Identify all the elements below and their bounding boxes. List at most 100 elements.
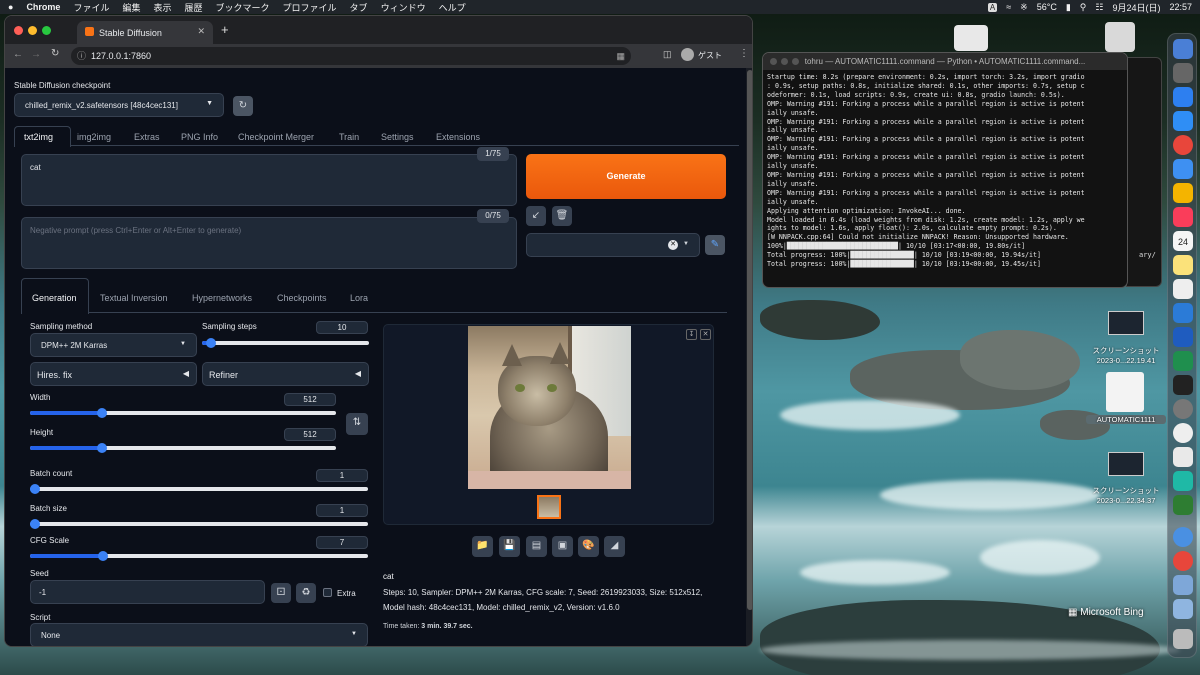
chrome-icon[interactable] [1173,135,1193,155]
trash-icon[interactable]: 🗑 [552,206,572,226]
cfg-scale-slider[interactable] [30,551,368,561]
height-slider[interactable] [30,443,336,453]
reload-icon[interactable]: ↻ [51,48,59,59]
automatic1111-command-file-icon[interactable] [1106,372,1144,412]
generate-button[interactable]: Generate [526,154,726,199]
refiner-accordion[interactable]: Refiner ◀ [202,362,369,386]
terminal-icon[interactable] [1173,375,1193,395]
width-input[interactable]: 512 [284,393,336,406]
prompt-input[interactable]: cat [21,154,517,206]
zoom-window-button[interactable] [42,26,51,35]
read-params-button[interactable]: ↙ [526,206,546,226]
menu-help[interactable]: ヘルプ [439,1,466,14]
styles-dropdown[interactable]: ✕ ▼ [526,233,700,257]
launchpad-icon[interactable] [1173,63,1193,83]
checkpoint-dropdown[interactable]: chilled_remix_v2.safetensors [48c4cec131… [14,93,224,117]
edit-styles-icon[interactable]: ✎ [705,235,725,255]
tab-train[interactable]: Train [339,132,359,142]
photos-icon[interactable] [1173,183,1193,203]
forward-icon[interactable]: → [31,49,41,60]
close-icon[interactable]: ✕ [700,329,711,340]
tab-img2img[interactable]: img2img [77,132,111,142]
cfg-scale-input[interactable]: 7 [316,536,368,549]
menu-time[interactable]: 22:57 [1169,2,1192,12]
menu-history[interactable]: 履歴 [185,1,203,14]
open-folder-icon[interactable]: 📁 [472,536,493,557]
downloads-folder-icon[interactable] [1173,599,1193,619]
tab-settings[interactable]: Settings [381,132,414,142]
gallery-thumbnail[interactable] [537,495,561,519]
profile-avatar[interactable] [681,48,694,61]
temperature-readout[interactable]: 56°C [1037,2,1057,12]
drive-icon[interactable] [954,25,988,51]
profile-name[interactable]: ゲスト [698,50,722,61]
clear-styles-icon[interactable]: ✕ [668,240,678,250]
background-terminal-window[interactable]: ary/ [1126,57,1162,287]
vscode-icon[interactable] [1173,303,1193,323]
menu-window[interactable]: ウィンドウ [381,1,426,14]
browser-tab[interactable]: Stable Diffusion ✕ [77,21,213,44]
script-dropdown[interactable]: None ▼ [30,623,368,646]
automatic1111-file-label[interactable]: AUTOMATIC1111 [1086,415,1166,424]
batch-count-slider[interactable] [30,484,368,494]
unity-icon[interactable] [1173,447,1193,467]
menu-date[interactable]: 9月24日(日) [1112,1,1160,14]
terminal-zoom-button[interactable] [792,58,799,65]
send-to-inpaint-icon[interactable]: 🎨 [578,536,599,557]
swap-dimensions-icon[interactable]: ⇅ [346,413,368,435]
random-seed-dice-icon[interactable]: ⚀ [271,583,291,603]
music-icon[interactable] [1173,207,1193,227]
system-settings-icon[interactable] [1173,399,1193,419]
refresh-checkpoints-button[interactable]: ↻ [233,96,253,116]
tab-checkpoint-merger[interactable]: Checkpoint Merger [238,132,314,142]
sampling-steps-input[interactable]: 10 [316,321,368,334]
save-icon[interactable]: 💾 [499,536,520,557]
generated-cat-image[interactable] [468,326,631,489]
menu-view[interactable]: 表示 [153,1,171,14]
close-window-button[interactable] [14,26,23,35]
bluetooth-icon[interactable]: ※ [1020,2,1028,13]
battery-icon[interactable]: ▮ [1066,2,1071,13]
sampling-method-dropdown[interactable]: DPM++ 2M Karras ▼ [30,333,197,357]
width-slider[interactable] [30,408,336,418]
excel-icon[interactable] [1173,351,1193,371]
disk-icon[interactable] [1105,22,1135,52]
site-info-icon[interactable]: ⓘ [77,47,86,65]
page-scrollbar[interactable] [746,68,752,646]
mail-icon[interactable] [1173,159,1193,179]
calendar-icon[interactable]: 24 [1173,231,1193,251]
scrollbar-thumb[interactable] [747,70,752,610]
control-center-icon[interactable]: ☷ [1095,2,1103,13]
screenshot-file-label[interactable]: スクリーンショット 2023-0...22.19.41 [1086,345,1166,365]
trash-can-icon[interactable] [1173,629,1193,649]
screenshot-file-label-2[interactable]: スクリーンショット 2023-0...22.34.37 [1086,485,1166,505]
menu-icon[interactable]: ⋮ [739,48,749,59]
height-input[interactable]: 512 [284,428,336,441]
new-tab-button[interactable]: + [221,22,229,37]
reuse-seed-recycle-icon[interactable]: ♻ [296,583,316,603]
wifi-icon[interactable]: ≈ [1006,2,1011,12]
translate-icon[interactable]: ▦ [616,47,625,65]
preview-icon[interactable] [1173,575,1193,595]
cloud-icon[interactable] [1173,527,1193,547]
word-icon[interactable] [1173,327,1193,347]
menu-profiles[interactable]: プロファイル [283,1,337,14]
menu-file[interactable]: ファイル [73,1,109,14]
menu-edit[interactable]: 編集 [122,1,140,14]
notes-icon[interactable] [1173,255,1193,275]
batch-size-input[interactable]: 1 [316,504,368,517]
extra-checkbox[interactable] [323,588,332,597]
sampling-steps-slider[interactable] [202,338,369,348]
download-icon[interactable]: ↧ [686,329,697,340]
back-icon[interactable]: ← [13,49,23,60]
tab-textual-inversion[interactable]: Textual Inversion [100,293,168,303]
screenshot-file-icon-2[interactable] [1108,452,1144,476]
side-panel-icon[interactable]: ◫ [663,49,672,60]
seed-input[interactable]: -1 [30,580,265,604]
negative-prompt-input[interactable]: Negative prompt (press Ctrl+Enter or Alt… [21,217,517,269]
screenshot-file-icon[interactable] [1108,311,1144,335]
search-icon[interactable]: ⚲ [1080,2,1087,13]
menu-bookmarks[interactable]: ブックマーク [216,1,270,14]
send-to-img2img-icon[interactable]: ▣ [552,536,573,557]
menu-app-name[interactable]: Chrome [26,2,60,12]
